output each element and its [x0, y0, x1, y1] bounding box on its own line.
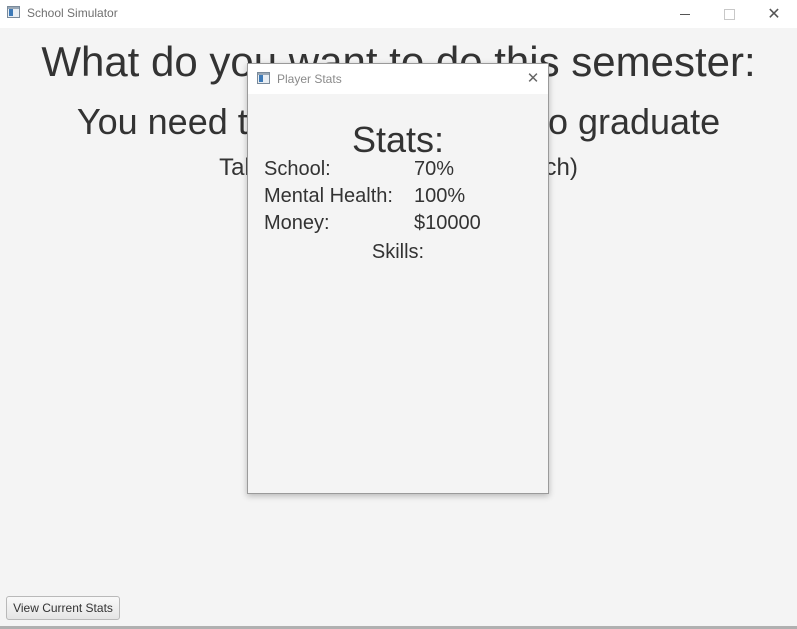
stat-label-mental-health: Mental Health: [264, 185, 393, 207]
stat-value-money: $10000 [414, 212, 481, 234]
stat-label-school: School: [264, 158, 331, 180]
player-stats-dialog: Player Stats ✕ Stats: School: 70% Mental… [247, 63, 549, 494]
close-button[interactable]: ✕ [751, 0, 797, 28]
stat-value-mental-health: 100% [414, 185, 466, 207]
maximize-icon [723, 8, 735, 20]
java-app-icon [257, 72, 270, 84]
view-current-stats-button[interactable]: View Current Stats [6, 596, 120, 620]
close-icon: ✕ [767, 4, 781, 23]
minimize-button[interactable] [662, 0, 708, 28]
stat-value-school: 70% [414, 158, 455, 180]
stat-label-money: Money: [264, 212, 330, 234]
dialog-close-button[interactable]: ✕ [524, 68, 542, 88]
maximize-button[interactable] [706, 0, 752, 28]
window-title: School Simulator [27, 6, 118, 20]
minimize-icon [680, 13, 690, 15]
java-app-icon [7, 6, 20, 18]
dialog-titlebar[interactable]: Player Stats ✕ [248, 64, 548, 94]
skills-label: Skills: [371, 241, 425, 263]
window-titlebar: School Simulator ✕ [0, 0, 797, 28]
stats-title: Stats: [351, 119, 445, 160]
dialog-title: Player Stats [277, 72, 342, 86]
close-icon: ✕ [526, 69, 540, 87]
